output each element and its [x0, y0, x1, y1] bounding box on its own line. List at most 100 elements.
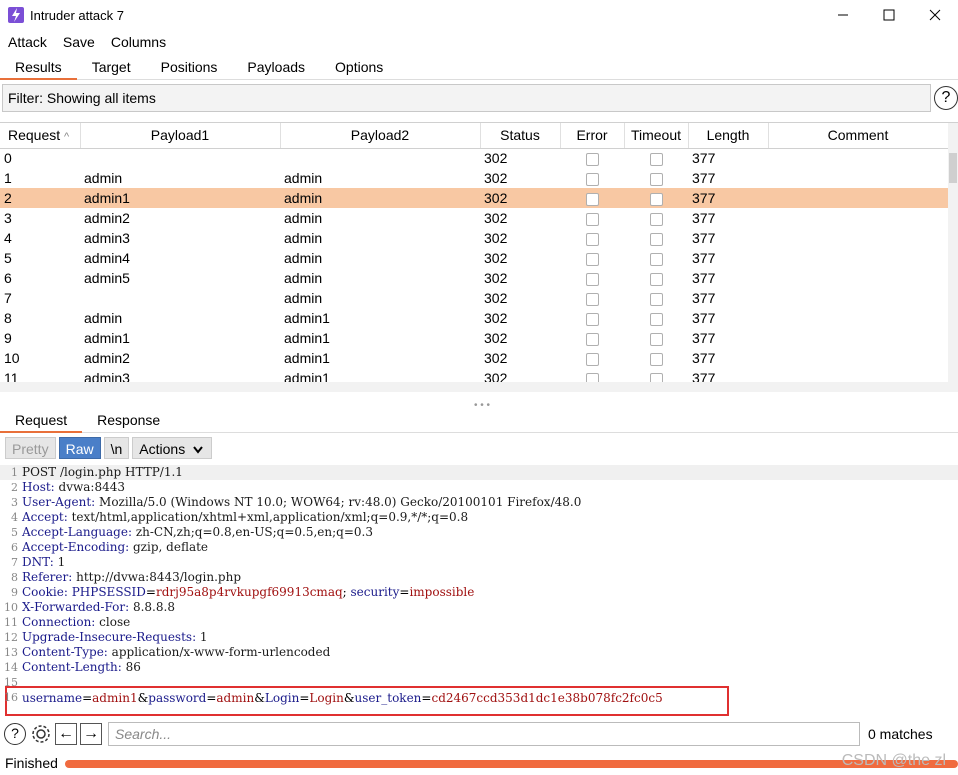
- checkbox[interactable]: [586, 292, 599, 306]
- close-icon[interactable]: [912, 0, 958, 30]
- cell-status: 302: [484, 270, 508, 286]
- table-row[interactable]: 0 302 377: [0, 148, 948, 168]
- cell-payload2: [280, 148, 480, 168]
- checkbox[interactable]: [650, 252, 663, 266]
- request-body-line[interactable]: 16 username=admin1&password=admin&Login=…: [0, 691, 663, 705]
- cell-request: 3: [4, 210, 12, 226]
- cell-payload1: admin2: [84, 350, 130, 366]
- checkbox[interactable]: [650, 212, 663, 226]
- raw-button[interactable]: Raw: [58, 437, 101, 459]
- cell-error: [560, 188, 624, 208]
- table-row[interactable]: 6 admin5 admin 302 377: [0, 268, 948, 288]
- checkbox[interactable]: [586, 312, 599, 326]
- menu-columns[interactable]: Columns: [111, 34, 166, 50]
- cell-status: 302: [480, 188, 560, 208]
- menu-attack[interactable]: Attack: [8, 34, 47, 50]
- request-line: 4 Accept: text/html,application/xhtml+xml…: [11, 510, 469, 524]
- col-length[interactable]: Length: [688, 123, 769, 149]
- tab-results[interactable]: Results: [0, 55, 77, 80]
- checkbox[interactable]: [586, 153, 599, 167]
- table-horizontal-scrollbar[interactable]: [0, 382, 958, 392]
- maximize-icon[interactable]: [866, 0, 912, 30]
- cell-payload2: admin: [284, 250, 323, 266]
- table-row[interactable]: 5 admin4 admin 302 377: [0, 248, 948, 268]
- cell-status: 302: [484, 290, 508, 306]
- cell-status: 302: [484, 170, 508, 186]
- cell-status: 302: [484, 250, 508, 266]
- filter-bar[interactable]: Filter: Showing all items: [2, 84, 931, 112]
- checkbox[interactable]: [586, 232, 599, 246]
- tab-target[interactable]: Target: [77, 55, 146, 79]
- gear-icon[interactable]: [30, 723, 52, 745]
- help-icon[interactable]: ?: [4, 723, 26, 745]
- minimize-icon[interactable]: [820, 0, 866, 30]
- cell-error: [560, 308, 624, 328]
- table-row[interactable]: 10 admin2 admin1 302 377: [0, 348, 948, 368]
- table-row[interactable]: 8 admin admin1 302 377: [0, 308, 948, 328]
- table-row[interactable]: 9 admin1 admin1 302 377: [0, 328, 948, 348]
- cell-comment: [768, 228, 948, 248]
- col-request[interactable]: Request ^: [0, 123, 81, 149]
- cell-payload2: admin1: [284, 350, 330, 366]
- table-row[interactable]: 2 admin1 admin 302 377: [0, 188, 948, 208]
- cell-comment: [768, 308, 948, 328]
- col-payload1[interactable]: Payload1: [80, 123, 281, 149]
- tab-positions[interactable]: Positions: [146, 55, 233, 79]
- table-row[interactable]: 3 admin2 admin 302 377: [0, 208, 948, 228]
- checkbox[interactable]: [586, 212, 599, 226]
- tab-request[interactable]: Request: [0, 408, 83, 433]
- request-line: 14 Content-Length: 86: [4, 660, 141, 674]
- col-timeout[interactable]: Timeout: [624, 123, 689, 149]
- cell-payload2: admin: [284, 270, 323, 286]
- menu-save[interactable]: Save: [63, 34, 95, 50]
- cell-length: 377: [688, 188, 768, 208]
- request-editor[interactable]: 1 POST /login.php HTTP/1.1 2 Host: dvwa:844…: [0, 465, 958, 720]
- checkbox[interactable]: [650, 352, 663, 366]
- pretty-button[interactable]: Pretty: [5, 437, 56, 459]
- checkbox[interactable]: [650, 332, 663, 346]
- col-status[interactable]: Status: [480, 123, 561, 149]
- col-payload2[interactable]: Payload2: [280, 123, 481, 149]
- tab-response[interactable]: Response: [82, 408, 175, 432]
- checkbox[interactable]: [650, 172, 663, 186]
- checkbox[interactable]: [586, 252, 599, 266]
- help-icon[interactable]: ?: [934, 86, 958, 110]
- cell-comment: [768, 248, 948, 268]
- col-comment[interactable]: Comment: [768, 123, 949, 149]
- next-arrow-icon[interactable]: →: [80, 723, 102, 745]
- checkbox[interactable]: [586, 332, 599, 346]
- cell-length: 377: [692, 230, 716, 246]
- table-vertical-scrollbar[interactable]: [948, 123, 958, 383]
- checkbox[interactable]: [586, 192, 599, 206]
- table-row[interactable]: 7 admin 302 377: [0, 288, 948, 308]
- checkbox[interactable]: [586, 272, 599, 286]
- search-input[interactable]: Search...: [108, 722, 860, 746]
- window-title: Intruder attack 7: [30, 7, 124, 23]
- cell-payload2: admin: [280, 188, 480, 208]
- cell-comment: [768, 168, 948, 188]
- request-line: 6 Accept-Encoding: gzip, deflate: [11, 540, 209, 554]
- cell-error: [560, 228, 624, 248]
- cell-request: 10: [4, 350, 20, 366]
- col-error[interactable]: Error: [560, 123, 625, 149]
- newline-button[interactable]: \n: [103, 437, 130, 459]
- table-row[interactable]: 4 admin3 admin 302 377: [0, 228, 948, 248]
- checkbox[interactable]: [650, 312, 663, 326]
- checkbox[interactable]: [650, 292, 663, 306]
- table-row[interactable]: 1 admin admin 302 377: [0, 168, 948, 188]
- tab-payloads[interactable]: Payloads: [232, 55, 320, 79]
- checkbox[interactable]: [650, 232, 663, 246]
- cell-payload1: admin1: [84, 330, 130, 346]
- tab-options[interactable]: Options: [320, 55, 398, 79]
- checkbox[interactable]: [650, 192, 663, 206]
- checkbox[interactable]: [586, 172, 599, 186]
- checkbox[interactable]: [650, 272, 663, 286]
- request-line: 7 DNT: 1: [11, 555, 66, 569]
- checkbox[interactable]: [650, 153, 663, 167]
- checkbox[interactable]: [586, 352, 599, 366]
- cell-payload2: admin1: [284, 310, 330, 326]
- actions-button[interactable]: Actions: [132, 437, 213, 459]
- request-line: 9 Cookie: PHPSESSID=rdrj95a8p4rvkupgf6991…: [11, 585, 475, 599]
- previous-arrow-icon[interactable]: ←: [55, 723, 77, 745]
- request-response-tabs: Request Response: [0, 407, 958, 433]
